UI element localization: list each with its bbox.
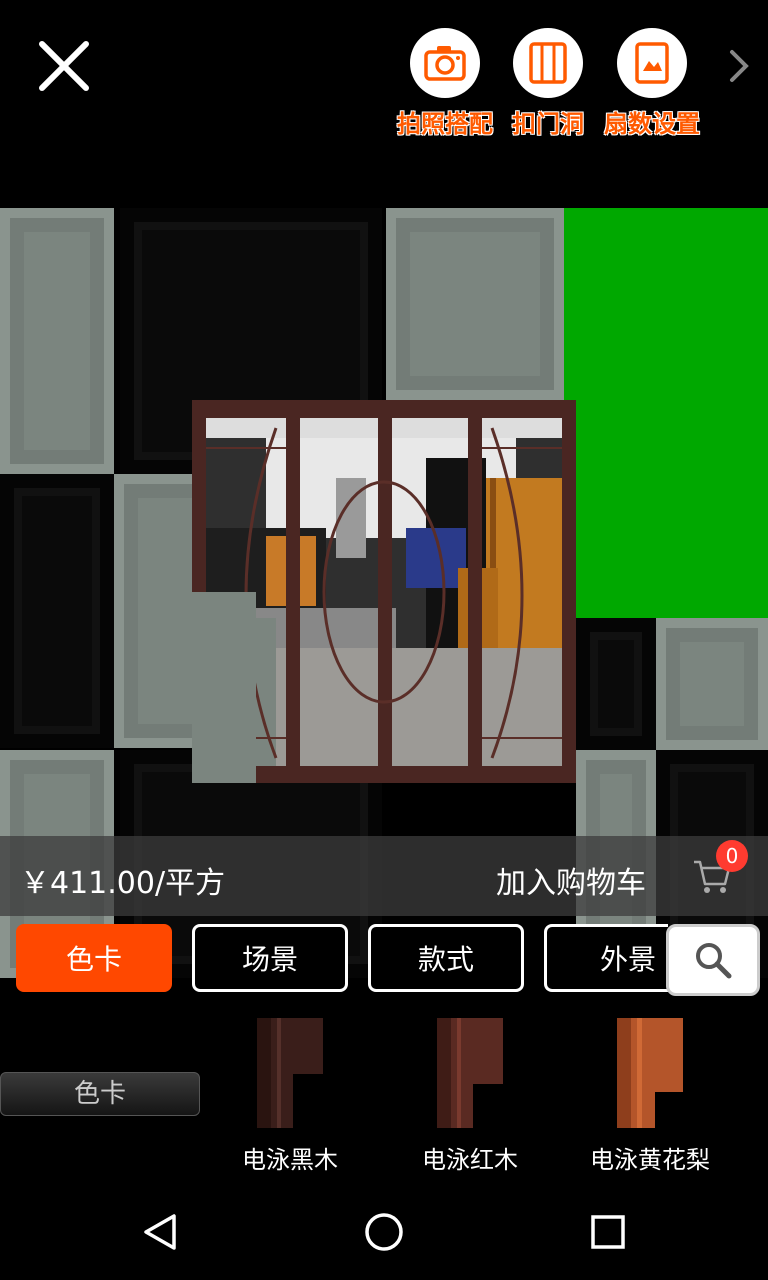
camera-icon [424, 46, 466, 81]
photo-match-label: 拍照搭配 [397, 110, 493, 138]
swatch-item[interactable]: 电泳黑木 [200, 1018, 380, 1175]
panel-count-label: 扇数设置 [604, 110, 700, 138]
nav-home-button[interactable] [360, 1208, 408, 1256]
photo-match-button[interactable]: 拍照搭配 [390, 28, 500, 139]
sliding-door-preview[interactable] [192, 400, 576, 783]
close-button[interactable] [28, 30, 100, 102]
tab-color-card[interactable]: 色卡 [16, 924, 172, 992]
swatch-name: 电泳黑木 [242, 1146, 338, 1174]
door-hole-label: 扣门洞 [512, 110, 584, 138]
swatch-image [437, 1018, 503, 1128]
swatch-item[interactable]: 电泳红木 [380, 1018, 560, 1175]
add-to-cart-button[interactable]: 加入购物车 [496, 858, 646, 902]
door-icon [529, 42, 567, 84]
tab-style[interactable]: 款式 [368, 924, 524, 992]
nav-back-button[interactable] [136, 1208, 184, 1256]
swatch-name: 电泳红木 [422, 1146, 518, 1174]
search-icon [696, 943, 732, 979]
next-button[interactable] [722, 46, 754, 86]
tab-outdoor[interactable]: 外景 [544, 924, 668, 992]
price-text: ￥411.00/平方 [20, 866, 226, 901]
panel-count-button[interactable]: 扇数设置 [597, 28, 707, 139]
tab-scene[interactable]: 场景 [192, 924, 348, 992]
category-button[interactable]: 色卡 [0, 1072, 200, 1116]
swatch-item[interactable]: 电泳黄花梨 [560, 1018, 740, 1175]
close-icon [39, 41, 89, 91]
back-triangle-icon [144, 1214, 176, 1250]
search-button[interactable] [666, 924, 760, 996]
door-hole-button[interactable]: 扣门洞 [493, 28, 603, 139]
recent-square-icon [591, 1215, 625, 1249]
picture-icon [635, 42, 669, 84]
swatch-image [257, 1018, 323, 1128]
nav-recent-button[interactable] [584, 1208, 632, 1256]
home-circle-icon [365, 1213, 403, 1251]
chevron-right-icon [730, 50, 749, 82]
cart-count-badge: 0 [716, 840, 748, 872]
swatch-image [617, 1018, 683, 1128]
swatch-name: 电泳黄花梨 [590, 1146, 710, 1174]
